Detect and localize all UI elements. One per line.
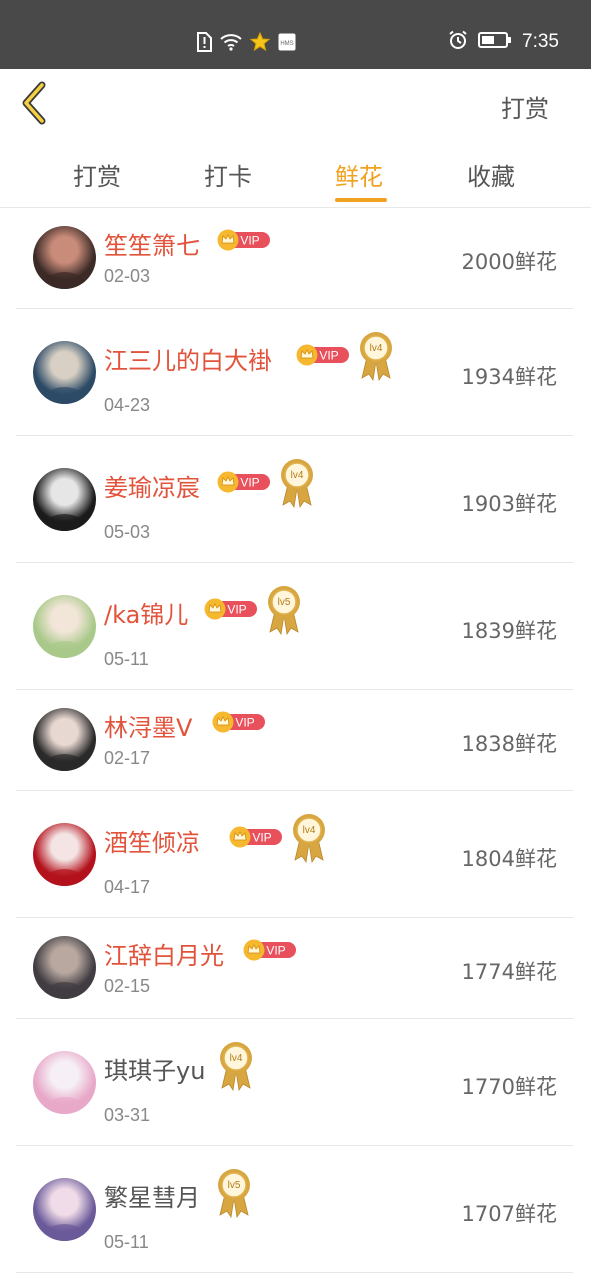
user-name: 酒笙倾凉 — [104, 829, 200, 857]
vip-badge: VIP — [217, 229, 270, 251]
reward-action-button[interactable]: 打赏 — [501, 89, 549, 124]
tab-bar: 打赏 打卡 鲜花 收藏 — [0, 141, 591, 208]
level-medal-icon: lv4 — [220, 1042, 252, 1091]
avatar[interactable] — [33, 936, 96, 999]
svg-text:VIP: VIP — [235, 716, 254, 730]
svg-text:VIP: VIP — [227, 603, 246, 617]
user-name: 繁星彗月 — [104, 1184, 200, 1212]
avatar[interactable] — [33, 468, 96, 531]
flower-count: 1838鲜花 — [461, 732, 557, 756]
svg-text:lv4: lv4 — [230, 1053, 243, 1064]
list-item[interactable]: 姜瑜凉宸 05-03 1903鲜花 VIP lv4 — [0, 436, 591, 563]
gift-date: 02-03 — [104, 266, 151, 286]
flower-ranking-list: 笙笙箫七 02-03 2000鲜花 VIP 江三儿的白大褂 04-23 1934鲜花 V… — [0, 208, 591, 1273]
svg-text:VIP: VIP — [319, 349, 338, 363]
vip-badge: VIP — [204, 598, 257, 620]
wifi-icon — [220, 33, 242, 55]
list-item[interactable]: 江辞白月光 02-15 1774鲜花 VIP — [0, 918, 591, 1019]
back-button[interactable] — [18, 81, 58, 125]
tab-favorites[interactable]: 收藏 — [467, 157, 515, 192]
user-name: 笙笙箫七 — [104, 232, 200, 260]
battery-icon — [478, 31, 512, 53]
avatar[interactable] — [33, 708, 96, 771]
level-medal-icon: lv5 — [268, 586, 300, 635]
gift-date: 02-15 — [104, 976, 151, 996]
active-tab-indicator — [335, 198, 387, 202]
svg-text:VIP: VIP — [240, 234, 259, 248]
flower-count: 1804鲜花 — [461, 847, 557, 871]
tab-checkin[interactable]: 打卡 — [204, 157, 252, 192]
vip-badge: VIP — [212, 711, 265, 733]
user-name: 林浔墨V — [104, 714, 193, 742]
avatar[interactable] — [33, 341, 96, 404]
tab-flowers[interactable]: 鲜花 — [335, 157, 383, 192]
status-icons-right: 7:35 — [448, 30, 559, 54]
svg-text:lv4: lv4 — [291, 470, 304, 481]
level-medal-icon: lv4 — [293, 814, 325, 863]
hms-icon: HMS — [278, 33, 296, 55]
avatar[interactable] — [33, 1051, 96, 1114]
flower-count: 1770鲜花 — [461, 1075, 557, 1099]
chevron-left-icon — [18, 81, 52, 129]
user-name: 琪琪子yu — [104, 1057, 206, 1085]
vip-badge: VIP — [296, 344, 349, 366]
list-item[interactable]: /ka锦儿 05-11 1839鲜花 VIP lv5 — [0, 563, 591, 690]
list-item[interactable]: 酒笙倾凉 04-17 1804鲜花 VIP lv4 — [0, 791, 591, 918]
sim-alert-icon — [196, 32, 212, 56]
user-name: /ka锦儿 — [104, 601, 189, 629]
svg-text:VIP: VIP — [266, 944, 285, 958]
gift-date: 05-11 — [104, 1232, 149, 1252]
list-item[interactable]: 笙笙箫七 02-03 2000鲜花 VIP — [0, 208, 591, 309]
svg-text:HMS: HMS — [280, 41, 293, 47]
gift-date: 05-11 — [104, 649, 149, 669]
alarm-icon — [448, 30, 468, 54]
level-medal-icon: lv4 — [281, 459, 313, 508]
clock-time: 7:35 — [522, 31, 559, 52]
gift-date: 04-17 — [104, 877, 151, 897]
svg-text:VIP: VIP — [252, 831, 271, 845]
user-name: 江辞白月光 — [104, 942, 224, 970]
vip-badge: VIP — [243, 939, 296, 961]
svg-text:lv5: lv5 — [278, 597, 291, 608]
list-item[interactable]: 江三儿的白大褂 04-23 1934鲜花 VIP lv4 — [0, 309, 591, 436]
flower-count: 1903鲜花 — [461, 492, 557, 516]
app-header: 打赏 — [0, 69, 591, 141]
tab-reward[interactable]: 打赏 — [73, 157, 121, 192]
level-medal-icon: lv5 — [218, 1169, 250, 1218]
list-item[interactable]: 林浔墨V 02-17 1838鲜花 VIP — [0, 690, 591, 791]
vip-badge: VIP — [229, 826, 282, 848]
star-icon — [249, 31, 271, 56]
vip-badge: VIP — [217, 471, 270, 493]
row-divider — [16, 1272, 573, 1273]
list-item[interactable]: 琪琪子yu 03-31 1770鲜花 lv4 — [0, 1019, 591, 1146]
svg-text:VIP: VIP — [240, 476, 259, 490]
avatar[interactable] — [33, 1178, 96, 1241]
flower-count: 1839鲜花 — [461, 619, 557, 643]
status-bar: HMS 7:35 — [0, 0, 591, 69]
flower-count: 1707鲜花 — [461, 1202, 557, 1226]
list-item[interactable]: 繁星彗月 05-11 1707鲜花 lv5 — [0, 1146, 591, 1273]
avatar[interactable] — [33, 595, 96, 658]
svg-text:lv4: lv4 — [303, 825, 316, 836]
gift-date: 05-03 — [104, 522, 151, 542]
flower-count: 1934鲜花 — [461, 365, 557, 389]
svg-text:lv5: lv5 — [228, 1180, 241, 1191]
flower-count: 1774鲜花 — [461, 960, 557, 984]
avatar[interactable] — [33, 226, 96, 289]
gift-date: 04-23 — [104, 395, 151, 415]
level-medal-icon: lv4 — [360, 332, 392, 381]
status-icons-center: HMS — [196, 31, 296, 56]
user-name: 江三儿的白大褂 — [104, 347, 272, 375]
user-name: 姜瑜凉宸 — [104, 474, 200, 502]
svg-text:lv4: lv4 — [370, 343, 383, 354]
avatar[interactable] — [33, 823, 96, 886]
flower-count: 2000鲜花 — [461, 250, 557, 274]
gift-date: 02-17 — [104, 748, 151, 768]
gift-date: 03-31 — [104, 1105, 151, 1125]
